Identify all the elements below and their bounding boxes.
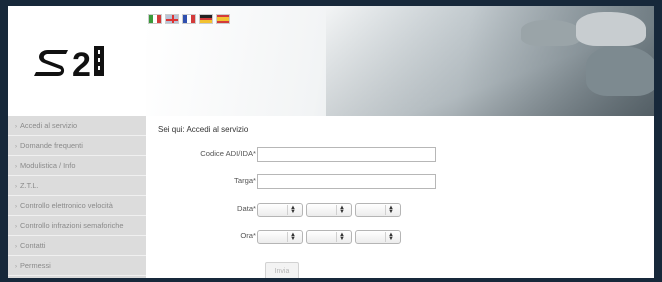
select-divider [287,232,288,242]
breadcrumb: Sei qui: Accedi al servizio [158,125,249,134]
flag-french-icon[interactable] [182,14,196,24]
svg-text:2: 2 [72,46,91,80]
sidebar-item-semaforiche[interactable]: › Controllo infrazioni semaforiche [8,216,146,236]
targa-label: Targa* [234,176,256,185]
hour-select[interactable]: ▲ ▼ [257,230,303,244]
select-divider [385,205,386,215]
second-select[interactable]: ▲ ▼ [355,230,401,244]
data-row: Data* ▲ ▼ ▲ ▼ ▲ ▼ [146,202,654,218]
chevron-right-icon: › [15,244,17,250]
select-divider [336,205,337,215]
chevron-right-icon: › [15,144,17,150]
sidebar-item-label: Domande frequenti [20,141,83,150]
logo-area: 2 [8,6,146,116]
flag-spanish-icon[interactable] [216,14,230,24]
sidebar-item-domande[interactable]: › Domande frequenti [8,136,146,156]
sidebar-item-label: Z.T.L. [20,181,39,190]
sidebar-item-label: Controllo elettronico velocità [20,201,113,210]
chevron-right-icon: › [15,224,17,230]
month-select[interactable]: ▲ ▼ [306,203,352,217]
select-arrows-icon: ▲ ▼ [339,232,345,242]
sidebar-item-ztl[interactable]: › Z.T.L. [8,176,146,196]
chevron-right-icon: › [15,164,17,170]
car-image [576,12,646,46]
minute-select[interactable]: ▲ ▼ [306,230,352,244]
sidebar-item-permessi[interactable]: › Permessi [8,256,146,276]
select-divider [287,205,288,215]
chevron-right-icon: › [15,124,17,130]
sidebar-item-label: Controllo infrazioni semaforiche [20,221,124,230]
main-content: Sei qui: Accedi al servizio Codice ADI/I… [146,116,654,278]
targa-row: Targa* [146,174,654,190]
sidebar-item-velocita[interactable]: › Controllo elettronico velocità [8,196,146,216]
select-divider [336,232,337,242]
sidebar-item-contatti[interactable]: › Contatti [8,236,146,256]
sidebar-nav: › Accedi al servizio › Domande frequenti ›… [8,116,146,278]
codice-row: Codice ADI/IDA* [146,147,654,163]
select-arrows-icon: ▲ ▼ [290,205,296,215]
select-arrows-icon: ▲ ▼ [388,205,394,215]
language-selector [148,14,230,24]
select-arrows-icon: ▲ ▼ [290,232,296,242]
sidebar-item-label: Accedi al servizio [20,121,78,130]
ora-label: Ora* [240,231,256,240]
chevron-right-icon: › [15,204,17,210]
select-arrows-icon: ▲ ▼ [339,205,345,215]
flag-german-icon[interactable] [199,14,213,24]
day-select[interactable]: ▲ ▼ [257,203,303,217]
flag-italian-icon[interactable] [148,14,162,24]
sidebar-item-accedi[interactable]: › Accedi al servizio [8,116,146,136]
sidebar-item-label: Permessi [20,261,51,270]
sidebar-item-modulistica[interactable]: › Modulistica / Info [8,156,146,176]
ora-row: Ora* ▲ ▼ ▲ ▼ ▲ ▼ [146,229,654,245]
s21-logo[interactable]: 2 [32,40,122,80]
submit-button[interactable]: Invia [265,262,299,278]
data-label: Data* [237,204,256,213]
targa-input[interactable] [257,174,436,189]
select-divider [385,232,386,242]
codice-label: Codice ADI/IDA* [200,149,256,158]
sidebar-item-label: Contatti [20,241,46,250]
page-frame: 2 › Accedi al servizio › Domande frequenti [8,6,654,278]
sidebar-item-label: Modulistica / Info [20,161,76,170]
car-image [586,46,654,96]
chevron-right-icon: › [15,264,17,270]
year-select[interactable]: ▲ ▼ [355,203,401,217]
flag-english-icon[interactable] [165,14,179,24]
select-arrows-icon: ▲ ▼ [388,232,394,242]
car-image [521,20,581,46]
codice-input[interactable] [257,147,436,162]
chevron-right-icon: › [15,184,17,190]
